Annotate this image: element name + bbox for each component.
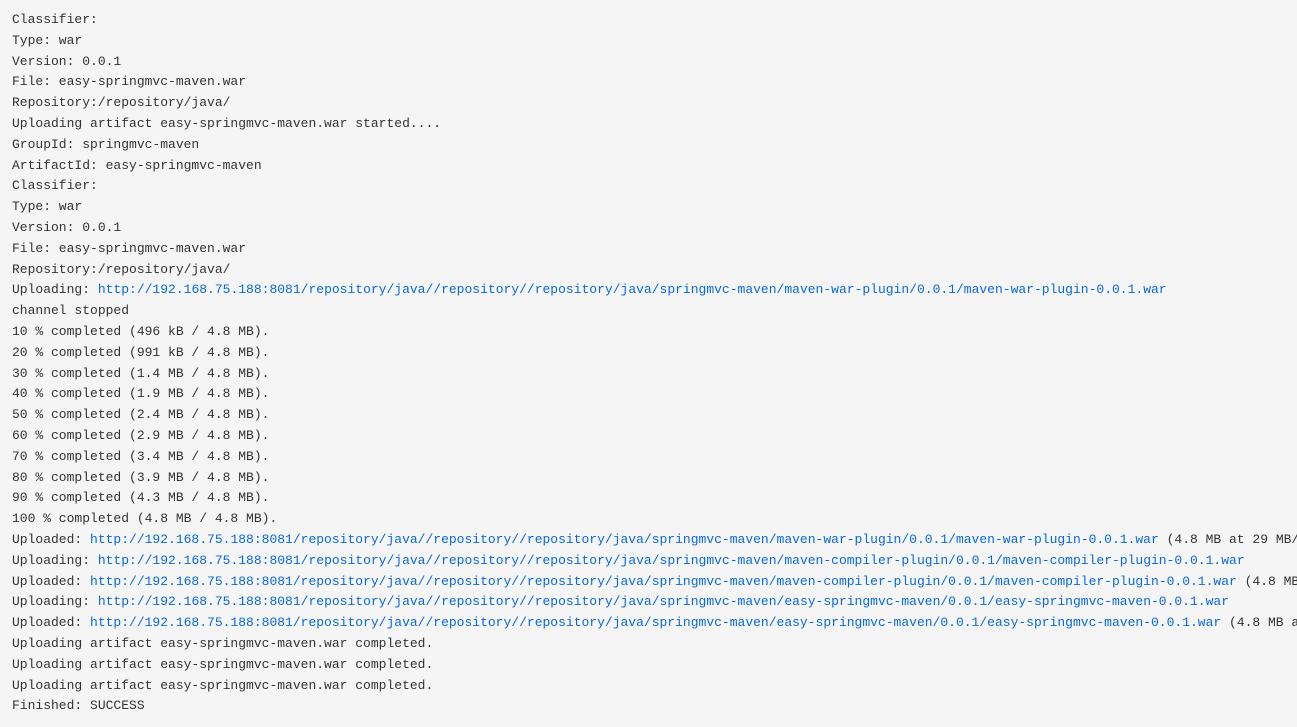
- log-line: Finished: SUCCESS: [12, 696, 1285, 717]
- log-text: 20 % completed (991 kB / 4.8 MB).: [12, 345, 269, 360]
- log-text: 90 % completed (4.3 MB / 4.8 MB).: [12, 490, 269, 505]
- log-line: Type: war: [12, 197, 1285, 218]
- log-text: (4.8 MB at 37 MB/s): [1237, 574, 1297, 589]
- log-line: 20 % completed (991 kB / 4.8 MB).: [12, 343, 1285, 364]
- log-line: Uploaded: http://192.168.75.188:8081/rep…: [12, 572, 1285, 593]
- log-text: Uploading artifact easy-springmvc-maven.…: [12, 657, 433, 672]
- log-text: 70 % completed (3.4 MB / 4.8 MB).: [12, 449, 269, 464]
- log-text: Classifier:: [12, 178, 98, 193]
- log-text: channel stopped: [12, 303, 129, 318]
- log-text: 80 % completed (3.9 MB / 4.8 MB).: [12, 470, 269, 485]
- log-text: Uploading:: [12, 594, 98, 609]
- log-line: Uploading: http://192.168.75.188:8081/re…: [12, 551, 1285, 572]
- log-text: Uploaded:: [12, 574, 90, 589]
- log-link[interactable]: http://192.168.75.188:8081/repository/ja…: [90, 532, 1159, 547]
- log-text: Uploading artifact easy-springmvc-maven.…: [12, 636, 433, 651]
- log-line: Version: 0.0.1: [12, 218, 1285, 239]
- log-line: channel stopped: [12, 301, 1285, 322]
- log-text: Type: war: [12, 33, 82, 48]
- log-line: Type: war: [12, 31, 1285, 52]
- log-line: 50 % completed (2.4 MB / 4.8 MB).: [12, 405, 1285, 426]
- log-line: 80 % completed (3.9 MB / 4.8 MB).: [12, 468, 1285, 489]
- log-text: Version: 0.0.1: [12, 220, 121, 235]
- log-text: ArtifactId: easy-springmvc-maven: [12, 158, 262, 173]
- log-text: Uploading:: [12, 553, 98, 568]
- log-text: Classifier:: [12, 12, 98, 27]
- log-text: Uploading artifact easy-springmvc-maven.…: [12, 678, 433, 693]
- log-line: Uploading: http://192.168.75.188:8081/re…: [12, 280, 1285, 301]
- log-line: 30 % completed (1.4 MB / 4.8 MB).: [12, 364, 1285, 385]
- log-text: Uploaded:: [12, 615, 90, 630]
- log-line: Repository:/repository/java/: [12, 93, 1285, 114]
- log-text: File: easy-springmvc-maven.war: [12, 74, 246, 89]
- log-line: 90 % completed (4.3 MB / 4.8 MB).: [12, 488, 1285, 509]
- log-line: Uploaded: http://192.168.75.188:8081/rep…: [12, 613, 1285, 634]
- log-line: Classifier:: [12, 176, 1285, 197]
- log-link[interactable]: http://192.168.75.188:8081/repository/ja…: [98, 282, 1167, 297]
- log-text: GroupId: springmvc-maven: [12, 137, 199, 152]
- log-line: ArtifactId: easy-springmvc-maven: [12, 156, 1285, 177]
- log-line: Uploading artifact easy-springmvc-maven.…: [12, 114, 1285, 135]
- log-text: Type: war: [12, 199, 82, 214]
- log-text: Uploading:: [12, 282, 98, 297]
- log-link[interactable]: http://192.168.75.188:8081/repository/ja…: [90, 615, 1221, 630]
- log-line: Repository:/repository/java/: [12, 260, 1285, 281]
- log-text: Uploading artifact easy-springmvc-maven.…: [12, 116, 441, 131]
- log-text: Repository:/repository/java/: [12, 95, 230, 110]
- log-text: 40 % completed (1.9 MB / 4.8 MB).: [12, 386, 269, 401]
- log-line: 60 % completed (2.9 MB / 4.8 MB).: [12, 426, 1285, 447]
- log-link[interactable]: http://192.168.75.188:8081/repository/ja…: [98, 594, 1229, 609]
- log-line: Uploading: http://192.168.75.188:8081/re…: [12, 592, 1285, 613]
- log-line: Uploading artifact easy-springmvc-maven.…: [12, 634, 1285, 655]
- log-text: Uploaded:: [12, 532, 90, 547]
- log-text: File: easy-springmvc-maven.war: [12, 241, 246, 256]
- log-line: File: easy-springmvc-maven.war: [12, 239, 1285, 260]
- log-line: File: easy-springmvc-maven.war: [12, 72, 1285, 93]
- log-line: GroupId: springmvc-maven: [12, 135, 1285, 156]
- log-text: 50 % completed (2.4 MB / 4.8 MB).: [12, 407, 269, 422]
- log-text: 60 % completed (2.9 MB / 4.8 MB).: [12, 428, 269, 443]
- log-line: Uploading artifact easy-springmvc-maven.…: [12, 655, 1285, 676]
- log-line: 100 % completed (4.8 MB / 4.8 MB).: [12, 509, 1285, 530]
- log-text: 10 % completed (496 kB / 4.8 MB).: [12, 324, 269, 339]
- log-line: Uploading artifact easy-springmvc-maven.…: [12, 676, 1285, 697]
- log-line: 10 % completed (496 kB / 4.8 MB).: [12, 322, 1285, 343]
- console-output: Classifier: Type: war Version: 0.0.1 File: …: [12, 10, 1285, 717]
- log-link[interactable]: http://192.168.75.188:8081/repository/ja…: [90, 574, 1237, 589]
- log-line: Version: 0.0.1: [12, 52, 1285, 73]
- log-text: 30 % completed (1.4 MB / 4.8 MB).: [12, 366, 269, 381]
- log-link[interactable]: http://192.168.75.188:8081/repository/ja…: [98, 553, 1245, 568]
- log-text: Version: 0.0.1: [12, 54, 121, 69]
- log-line: 40 % completed (1.9 MB / 4.8 MB).: [12, 384, 1285, 405]
- log-text: (4.8 MB at 29 MB/s): [1159, 532, 1297, 547]
- log-text: Finished: SUCCESS: [12, 698, 145, 713]
- log-text: 100 % completed (4.8 MB / 4.8 MB).: [12, 511, 277, 526]
- log-line: Classifier:: [12, 10, 1285, 31]
- log-line: 70 % completed (3.4 MB / 4.8 MB).: [12, 447, 1285, 468]
- log-text: Repository:/repository/java/: [12, 262, 230, 277]
- log-text: (4.8 MB at 41 MB/s): [1221, 615, 1297, 630]
- log-line: Uploaded: http://192.168.75.188:8081/rep…: [12, 530, 1285, 551]
